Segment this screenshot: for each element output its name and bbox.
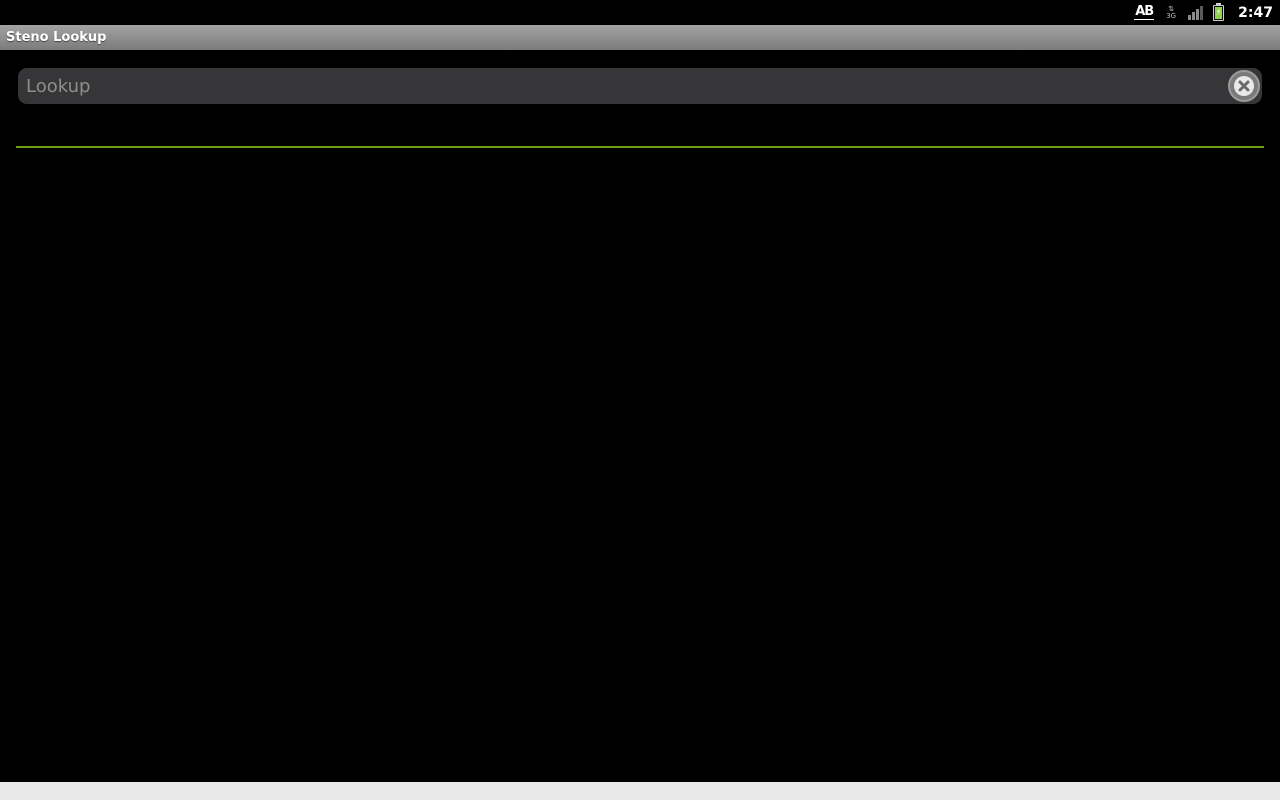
signal-strength-icon xyxy=(1188,5,1204,20)
app-title: Steno Lookup xyxy=(6,30,107,45)
data-3g-icon: ⇅ 3G xyxy=(1166,4,1177,20)
keyboard-ab-icon: AB xyxy=(1134,4,1155,20)
battery-charging-icon: ⚡ xyxy=(1213,2,1225,21)
clear-button[interactable] xyxy=(1228,70,1260,102)
lookup-field xyxy=(18,68,1262,104)
status-clock: 2:47 xyxy=(1238,4,1273,21)
bottom-bar xyxy=(0,782,1280,800)
lookup-input[interactable] xyxy=(26,68,1216,104)
app-screen: AB ⇅ 3G ⚡ 2:47 Steno Lookup xyxy=(0,0,1280,800)
title-bar: Steno Lookup xyxy=(0,25,1280,50)
clear-x-icon xyxy=(1234,76,1254,96)
results-list xyxy=(0,150,1280,782)
results-divider xyxy=(16,146,1264,148)
status-bar: AB ⇅ 3G ⚡ 2:47 xyxy=(0,0,1280,25)
status-icons: AB ⇅ 3G ⚡ 2:47 xyxy=(1134,0,1273,25)
